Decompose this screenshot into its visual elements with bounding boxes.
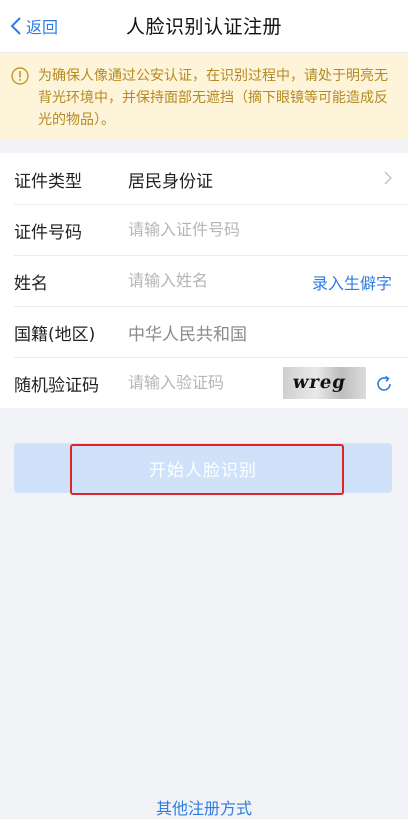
start-face-recognition-button[interactable]: 开始人脸识别 — [14, 443, 392, 493]
captcha-image[interactable]: wreg — [283, 367, 366, 399]
nationality-label: 国籍(地区) — [14, 325, 96, 345]
id-number-input[interactable] — [128, 214, 288, 244]
refresh-icon[interactable] — [374, 374, 394, 394]
other-registration-methods-link[interactable]: 其他注册方式 — [0, 795, 408, 819]
name-label: 姓名 — [14, 274, 48, 294]
nationality-value: 中华人民共和国 — [128, 325, 247, 345]
chevron-right-icon — [384, 171, 392, 185]
navigation-bar: 返回 人脸识别认证注册 — [0, 0, 408, 53]
notice-banner: 为确保人像通过公安认证，在识别过程中，请处于明亮无背光环境中，并保持面部无遮挡（… — [0, 53, 408, 139]
page-title: 人脸识别认证注册 — [125, 16, 282, 38]
id-number-label: 证件号码 — [14, 223, 82, 243]
registration-form: 证件类型 居民身份证 证件号码 姓名 录入生僻字 国籍(地区) 中华人民共和国 … — [0, 153, 408, 408]
captcha-input[interactable] — [128, 367, 273, 397]
id-type-value: 居民身份证 — [128, 172, 213, 192]
id-type-row[interactable]: 证件类型 居民身份证 — [0, 153, 408, 204]
rare-character-link[interactable]: 录入生僻字 — [312, 270, 392, 294]
name-row: 姓名 录入生僻字 — [0, 255, 408, 306]
captcha-label: 随机验证码 — [14, 376, 99, 396]
captcha-image-text: wreg — [291, 372, 348, 393]
start-button-label: 开始人脸识别 — [149, 460, 257, 481]
nationality-row: 国籍(地区) 中华人民共和国 — [0, 306, 408, 357]
id-number-row: 证件号码 — [0, 204, 408, 255]
name-input[interactable] — [128, 265, 288, 295]
captcha-row: 随机验证码 wreg — [0, 357, 408, 408]
notice-text: 为确保人像通过公安认证，在识别过程中，请处于明亮无背光环境中，并保持面部无遮挡（… — [38, 68, 388, 128]
warning-icon — [11, 67, 29, 85]
id-type-label: 证件类型 — [14, 172, 82, 192]
